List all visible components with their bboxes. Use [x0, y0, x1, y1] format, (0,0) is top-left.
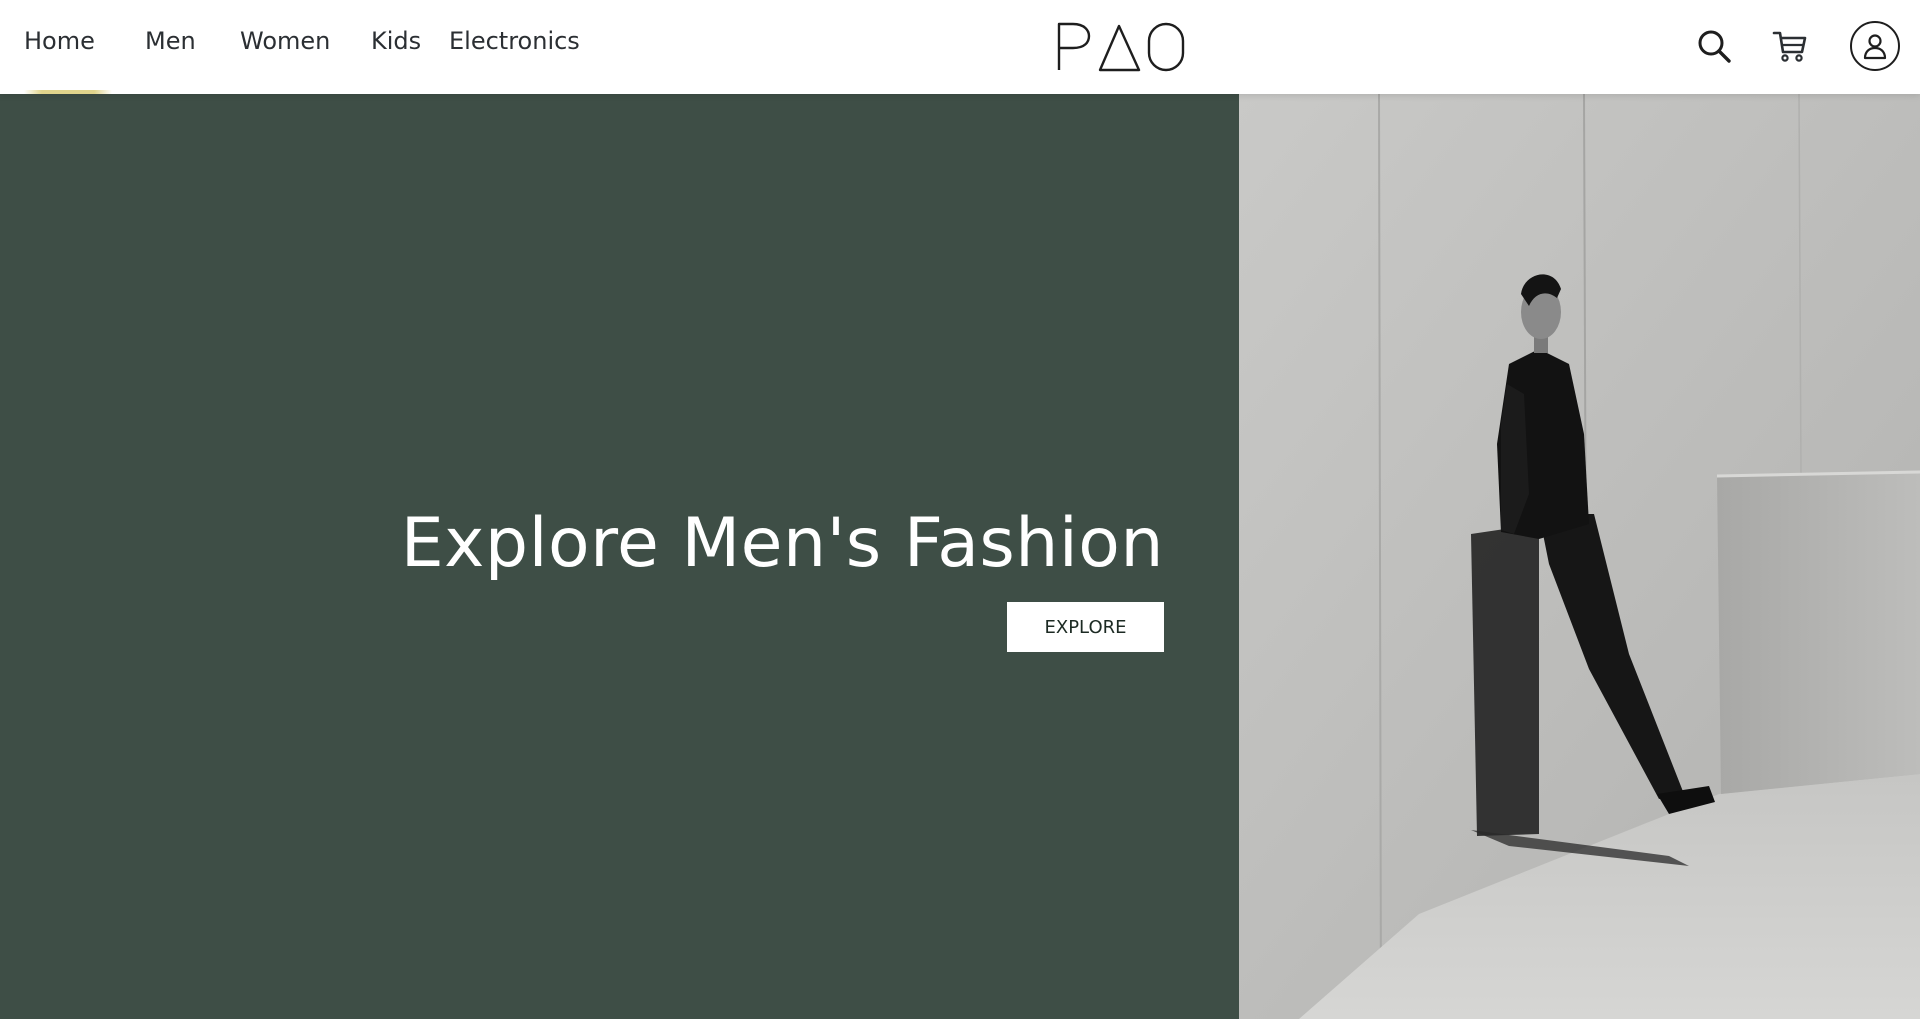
nav-item-women[interactable]: Women — [240, 27, 330, 55]
cart-icon — [1772, 31, 1807, 62]
hero-photo-illustration — [1239, 94, 1920, 1019]
user-icon — [1863, 34, 1887, 60]
search-icon — [1698, 30, 1731, 63]
cart-button[interactable] — [1770, 26, 1810, 66]
active-nav-indicator — [24, 90, 112, 94]
account-button[interactable] — [1850, 21, 1900, 71]
hero-title: Explore Men's Fashion — [400, 504, 1164, 583]
nav-item-electronics[interactable]: Electronics — [449, 27, 580, 55]
hero-panel: Explore Men's Fashion EXPLORE — [0, 94, 1239, 1019]
nav-item-home[interactable]: Home — [24, 27, 95, 55]
search-button[interactable] — [1694, 26, 1734, 66]
brand-logo[interactable] — [1055, 20, 1187, 72]
nav-item-men[interactable]: Men — [145, 27, 196, 55]
nav-item-kids[interactable]: Kids — [371, 27, 421, 55]
site-header: Home Men Women Kids Electronics — [0, 0, 1920, 94]
hero-image — [1239, 94, 1920, 1019]
explore-button[interactable]: EXPLORE — [1007, 602, 1164, 652]
logo-mark — [1057, 22, 1185, 72]
